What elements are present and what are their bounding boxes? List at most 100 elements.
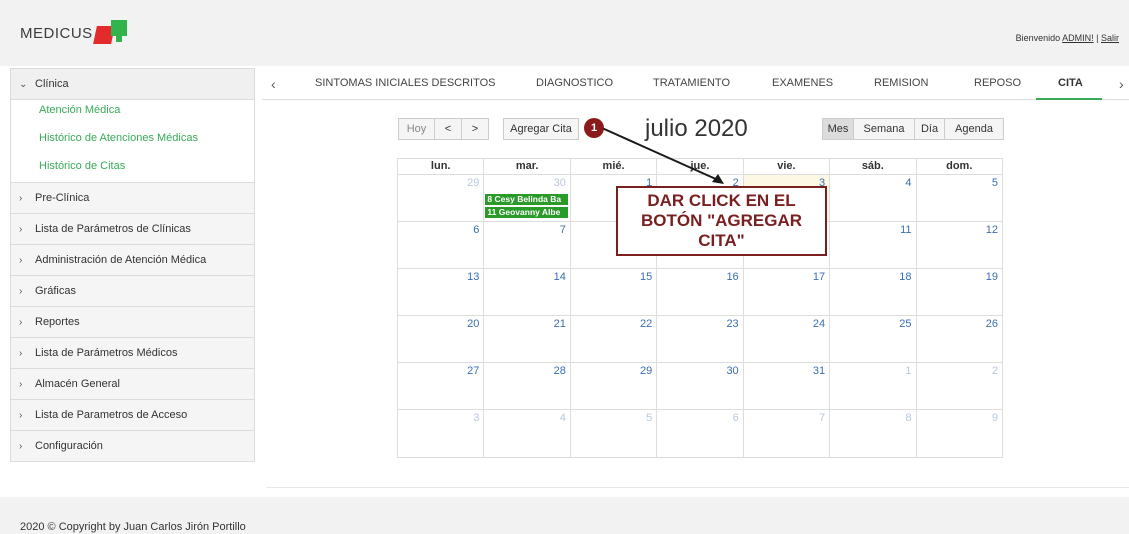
sidebar-item-pre-clinica[interactable]: › Pre-Clínica (11, 183, 254, 214)
annotation-arrow-icon (601, 127, 724, 184)
sidebar-item-label: Lista de Parametros de Acceso (35, 409, 188, 421)
view-week-button[interactable]: Semana (853, 118, 915, 140)
calendar-day[interactable]: 7 (744, 410, 831, 457)
day-number: 4 (905, 177, 912, 189)
content-divider (266, 487, 1129, 488)
calendar-day[interactable]: 22 (571, 316, 658, 362)
submenu-item-historico-atenciones[interactable]: Histórico de Atenciones Médicas (39, 124, 254, 152)
calendar-day[interactable]: 31 (744, 363, 831, 409)
sidebar-item-label: Clínica (35, 78, 69, 90)
calendar-day[interactable]: 27 (398, 363, 485, 409)
chevron-right-icon: › (19, 347, 23, 359)
logout-link[interactable]: Salir (1101, 33, 1119, 43)
calendar-day[interactable]: 24 (744, 316, 831, 362)
top-header: MEDICUS Bienvenido ADMIN! | Salir (0, 0, 1129, 66)
sidebar-item-graficas[interactable]: › Gráficas (11, 276, 254, 307)
today-button[interactable]: Hoy (398, 118, 435, 140)
calendar-day[interactable]: 26 (917, 316, 1002, 362)
clinica-submenu: Atención Médica Histórico de Atenciones … (11, 100, 254, 183)
calendar-day[interactable]: 5 (571, 410, 658, 457)
calendar-day[interactable]: 18 (830, 269, 917, 315)
sidebar-item-parametros-medicos[interactable]: › Lista de Parámetros Médicos (11, 338, 254, 369)
calendar-day[interactable]: 25 (830, 316, 917, 362)
next-month-button[interactable]: > (461, 118, 489, 140)
calendar-day[interactable]: 29 (398, 175, 485, 221)
calendar-day[interactable]: 29 (571, 363, 658, 409)
day-number: 31 (812, 365, 826, 377)
calendar-day[interactable]: 4 (830, 175, 917, 221)
calendar-day[interactable]: 7 (484, 222, 571, 268)
calendar-day[interactable]: 2 (917, 363, 1002, 409)
day-number: 5 (991, 177, 998, 189)
sidebar-item-reportes[interactable]: › Reportes (11, 307, 254, 338)
day-number: 26 (985, 318, 998, 330)
sidebar-item-configuracion[interactable]: › Configuración (11, 431, 254, 462)
calendar-day[interactable]: 19 (917, 269, 1002, 315)
calendar-day[interactable]: 12 (917, 222, 1002, 268)
calendar-event[interactable]: 11 Geovanny Albe (485, 207, 569, 218)
sidebar-item-administracion[interactable]: › Administración de Atención Médica (11, 245, 254, 276)
sidebar-item-parametros-clinicas[interactable]: › Lista de Parámetros de Clínicas (11, 214, 254, 245)
submenu-item-historico-citas[interactable]: Histórico de Citas (39, 152, 254, 180)
callout-line: BOTÓN "AGREGAR (640, 211, 803, 230)
calendar-event[interactable]: 8 Cesy Belinda Ba (485, 194, 569, 205)
calendar-day[interactable]: 4 (484, 410, 571, 457)
calendar-week: 3 4 5 6 7 8 9 (398, 410, 1002, 457)
sidebar-item-parametros-acceso[interactable]: › Lista de Parametros de Acceso (11, 400, 254, 431)
sidebar-item-label: Gráficas (35, 285, 76, 297)
day-number: 7 (559, 224, 566, 236)
calendar-day[interactable]: 20 (398, 316, 485, 362)
calendar-day[interactable]: 17 (744, 269, 831, 315)
calendar-day[interactable]: 28 (484, 363, 571, 409)
calendar-day[interactable]: 3 (398, 410, 485, 457)
chevron-right-icon: › (19, 223, 23, 235)
view-month-button[interactable]: Mes (822, 118, 854, 140)
day-number: 15 (640, 271, 653, 283)
calendar-day[interactable]: 23 (657, 316, 744, 362)
tab-diagnostico[interactable]: DIAGNOSTICO (536, 77, 613, 89)
tab-examenes[interactable]: EXAMENES (772, 77, 833, 89)
medicus-logo[interactable]: MEDICUS (20, 18, 129, 48)
tab-reposo[interactable]: REPOSO (974, 77, 1021, 89)
chevron-down-icon: ⌄ (19, 78, 28, 90)
sidebar-item-almacen[interactable]: › Almacén General (11, 369, 254, 400)
sidebar-menu: ⌄ Clínica Atención Médica Histórico de A… (10, 68, 255, 462)
tab-prev-arrow-icon[interactable]: ‹ (271, 76, 276, 92)
calendar-day[interactable]: 14 (484, 269, 571, 315)
sidebar-item-clinica[interactable]: ⌄ Clínica (11, 69, 254, 100)
view-day-button[interactable]: Día (914, 118, 945, 140)
weekday-label: mar. (484, 159, 571, 174)
submenu-item-atencion-medica[interactable]: Atención Médica (39, 102, 254, 124)
calendar-day[interactable]: 13 (398, 269, 485, 315)
prev-month-button[interactable]: < (434, 118, 462, 140)
sidebar-item-label: Administración de Atención Médica (35, 254, 207, 266)
calendar-day[interactable]: 6 (398, 222, 485, 268)
calendar-day[interactable]: 5 (917, 175, 1002, 221)
day-number: 3 (473, 412, 480, 424)
tab-cita[interactable]: CITA (1058, 77, 1083, 89)
calendar-day[interactable]: 1 (830, 363, 917, 409)
calendar-day[interactable]: 30 (657, 363, 744, 409)
copyright-text: 2020 © Copyright by Juan Carlos Jirón Po… (20, 521, 246, 533)
calendar-day[interactable]: 8 (830, 410, 917, 457)
chevron-right-icon: › (19, 378, 23, 390)
calendar-day[interactable]: 11 (830, 222, 917, 268)
day-number: 6 (732, 412, 739, 424)
calendar-day[interactable]: 16 (657, 269, 744, 315)
tab-remision[interactable]: REMISION (874, 77, 928, 89)
calendar-day[interactable]: 21 (484, 316, 571, 362)
view-agenda-button[interactable]: Agenda (944, 118, 1004, 140)
user-link[interactable]: ADMIN! (1062, 33, 1094, 43)
calendar-day[interactable]: 15 (571, 269, 658, 315)
cross-logo-icon (92, 20, 129, 46)
tab-next-arrow-icon[interactable]: › (1119, 76, 1124, 92)
calendar-day[interactable]: 6 (657, 410, 744, 457)
calendar-week: 27 28 29 30 31 1 2 (398, 363, 1002, 410)
chevron-right-icon: › (19, 192, 23, 204)
calendar-day[interactable]: 9 (917, 410, 1002, 457)
tab-sintomas[interactable]: SINTOMAS INICIALES DESCRITOS (315, 77, 496, 89)
calendar-day[interactable]: 30 8 Cesy Belinda Ba 11 Geovanny Albe (484, 175, 571, 221)
add-appointment-button[interactable]: Agregar Cita (503, 118, 579, 140)
tab-tratamiento[interactable]: TRATAMIENTO (653, 77, 730, 89)
day-number: 14 (553, 271, 566, 283)
